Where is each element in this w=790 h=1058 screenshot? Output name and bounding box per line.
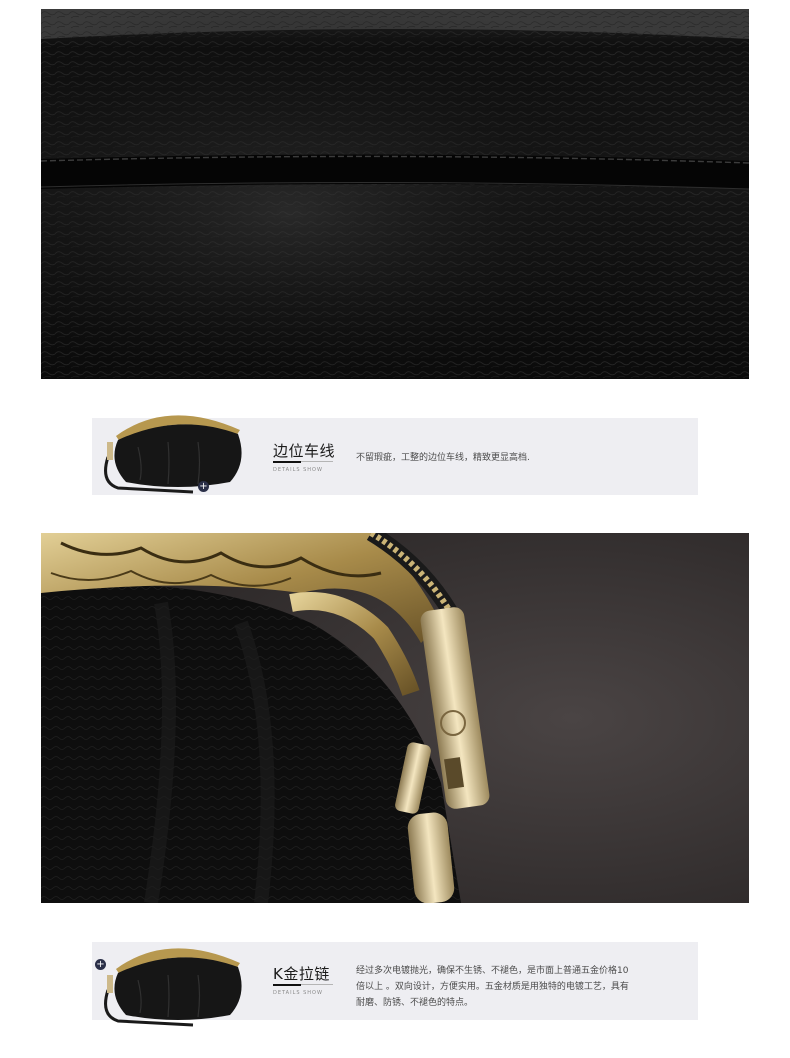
- section-title: 边位车线: [273, 442, 336, 460]
- gold-zipper-photo: [41, 533, 749, 903]
- title-underline-thin: [301, 461, 333, 462]
- section-subtitle: DETAILS SHOW: [273, 990, 323, 996]
- leather-stitching-photo: [41, 9, 749, 379]
- title-underline: [273, 461, 301, 463]
- section-title: K金拉链: [273, 965, 330, 983]
- description-line: 倍以上 。双向设计，方便实用。五金材质是用独特的电镀工艺，具有: [356, 982, 629, 992]
- title-underline: [273, 984, 301, 986]
- section-description: 不留瑕疵，工整的边位车线，精致更显高档.: [356, 453, 530, 463]
- description-line: 经过多次电镀抛光，确保不生锈、不褪色，是市面上普通五金价格10: [356, 966, 629, 976]
- zoom-plus-icon[interactable]: +: [95, 959, 106, 970]
- clutch-thumbnail: [98, 935, 248, 1030]
- clutch-thumbnail: [98, 402, 248, 497]
- section-description: 经过多次电镀抛光，确保不生锈、不褪色，是市面上普通五金价格10 倍以上 。双向设…: [356, 963, 676, 1011]
- description-line: 耐磨、防锈、不褪色的特点。: [356, 998, 474, 1008]
- section-subtitle: DETAILS SHOW: [273, 467, 323, 473]
- zoom-plus-icon[interactable]: +: [198, 481, 209, 492]
- title-underline-thin: [301, 984, 333, 985]
